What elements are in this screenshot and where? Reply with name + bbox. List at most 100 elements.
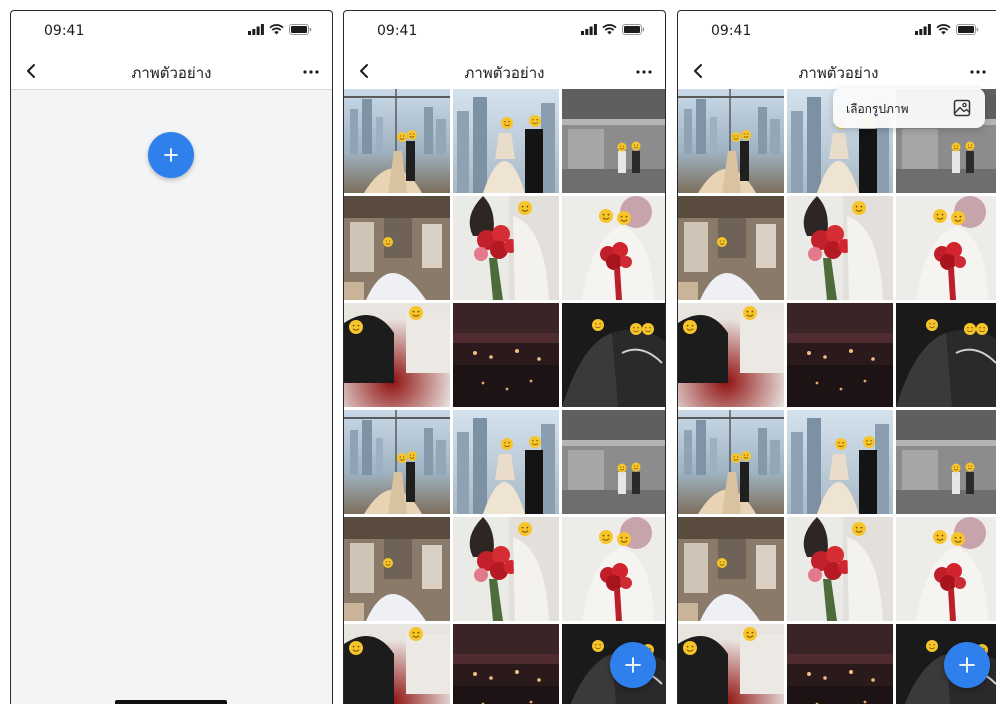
photo-thumbnail[interactable] [678, 196, 784, 300]
photo-image [787, 624, 893, 704]
home-indicator [115, 700, 227, 704]
photo-image [562, 303, 665, 407]
photo-image [453, 303, 559, 407]
add-photo-fab[interactable] [944, 642, 990, 688]
signal-icon [581, 24, 597, 35]
photo-image [896, 303, 996, 407]
more-icon[interactable] [633, 59, 655, 81]
photo-image [344, 517, 450, 621]
photo-grid [678, 89, 996, 704]
battery-icon [622, 24, 645, 35]
plus-icon [164, 148, 178, 162]
signal-icon [915, 24, 931, 35]
photo-image [344, 196, 450, 300]
photo-image [453, 624, 559, 704]
photo-thumbnail[interactable] [453, 303, 559, 407]
status-time: 09:41 [44, 23, 85, 39]
photo-thumbnail[interactable] [453, 624, 559, 704]
photo-image [678, 196, 784, 300]
status-icons [581, 24, 645, 35]
photo-thumbnail[interactable] [344, 517, 450, 621]
photo-thumbnail[interactable] [678, 89, 784, 193]
signal-icon [248, 24, 264, 35]
photo-thumbnail[interactable] [344, 89, 450, 193]
status-bar: 09:41 [678, 11, 996, 55]
photo-thumbnail[interactable] [678, 624, 784, 704]
battery-icon [289, 24, 312, 35]
photo-thumbnail[interactable] [562, 89, 665, 193]
photo-thumbnail[interactable] [453, 196, 559, 300]
photo-image [896, 517, 996, 621]
photo-image [453, 410, 559, 514]
photo-image [453, 517, 559, 621]
photo-image [896, 196, 996, 300]
empty-gallery-area [11, 90, 332, 704]
more-icon[interactable] [300, 59, 322, 81]
photo-thumbnail[interactable] [562, 410, 665, 514]
image-icon [953, 99, 971, 117]
add-image-button[interactable] [148, 132, 194, 178]
phone-screen-empty: 09:41 ภาพตัวอย่าง [10, 10, 333, 704]
battery-icon [956, 24, 979, 35]
photo-image [896, 410, 996, 514]
photo-thumbnail[interactable] [896, 410, 996, 514]
photo-image [453, 196, 559, 300]
photo-thumbnail[interactable] [344, 624, 450, 704]
nav-bar: ภาพตัวอย่าง [344, 55, 665, 89]
photo-thumbnail[interactable] [453, 89, 559, 193]
wifi-icon [269, 24, 284, 35]
photo-image [787, 196, 893, 300]
photo-thumbnail[interactable] [562, 303, 665, 407]
photo-thumbnail[interactable] [453, 517, 559, 621]
photo-thumbnail[interactable] [344, 410, 450, 514]
photo-thumbnail[interactable] [678, 517, 784, 621]
photo-thumbnail[interactable] [787, 196, 893, 300]
phone-screen-gallery: 09:41 ภาพตัวอย่าง [343, 10, 666, 704]
status-bar: 09:41 [11, 11, 332, 55]
photo-image [678, 303, 784, 407]
photo-thumbnail[interactable] [344, 303, 450, 407]
photo-image [344, 410, 450, 514]
page-title: ภาพตัวอย่าง [798, 64, 879, 82]
photo-image [453, 89, 559, 193]
photo-image [678, 624, 784, 704]
photo-thumbnail[interactable] [562, 517, 665, 621]
photo-image [562, 196, 665, 300]
photo-thumbnail[interactable] [787, 303, 893, 407]
plus-icon [959, 657, 975, 673]
photo-image [787, 410, 893, 514]
photo-thumbnail[interactable] [562, 196, 665, 300]
page-title: ภาพตัวอย่าง [464, 64, 545, 82]
photo-image [562, 410, 665, 514]
photo-image [344, 624, 450, 704]
photo-thumbnail[interactable] [787, 624, 893, 704]
status-icons [915, 24, 979, 35]
status-time: 09:41 [711, 23, 752, 39]
photo-image [787, 517, 893, 621]
photo-thumbnail[interactable] [896, 517, 996, 621]
status-icons [248, 24, 312, 35]
photo-image [562, 89, 665, 193]
status-time: 09:41 [377, 23, 418, 39]
photo-thumbnail[interactable] [787, 517, 893, 621]
photo-thumbnail[interactable] [344, 196, 450, 300]
photo-image [344, 89, 450, 193]
photo-thumbnail[interactable] [896, 196, 996, 300]
photo-image [678, 410, 784, 514]
photo-image [678, 517, 784, 621]
nav-bar: ภาพตัวอย่าง [678, 55, 996, 89]
photo-thumbnail[interactable] [453, 410, 559, 514]
photo-thumbnail[interactable] [678, 303, 784, 407]
wifi-icon [602, 24, 617, 35]
phone-screen-gallery-menu: 09:41 ภาพตัวอย่าง เลือกรูปภาพ [677, 10, 996, 704]
photo-thumbnail[interactable] [678, 410, 784, 514]
choose-image-menu-item[interactable]: เลือกรูปภาพ [833, 88, 985, 128]
nav-bar: ภาพตัวอย่าง [11, 55, 332, 90]
photo-thumbnail[interactable] [896, 303, 996, 407]
status-bar: 09:41 [344, 11, 665, 55]
photo-thumbnail[interactable] [787, 410, 893, 514]
photo-grid [344, 89, 665, 704]
more-icon[interactable] [967, 59, 989, 81]
add-photo-fab[interactable] [610, 642, 656, 688]
photo-image [344, 303, 450, 407]
